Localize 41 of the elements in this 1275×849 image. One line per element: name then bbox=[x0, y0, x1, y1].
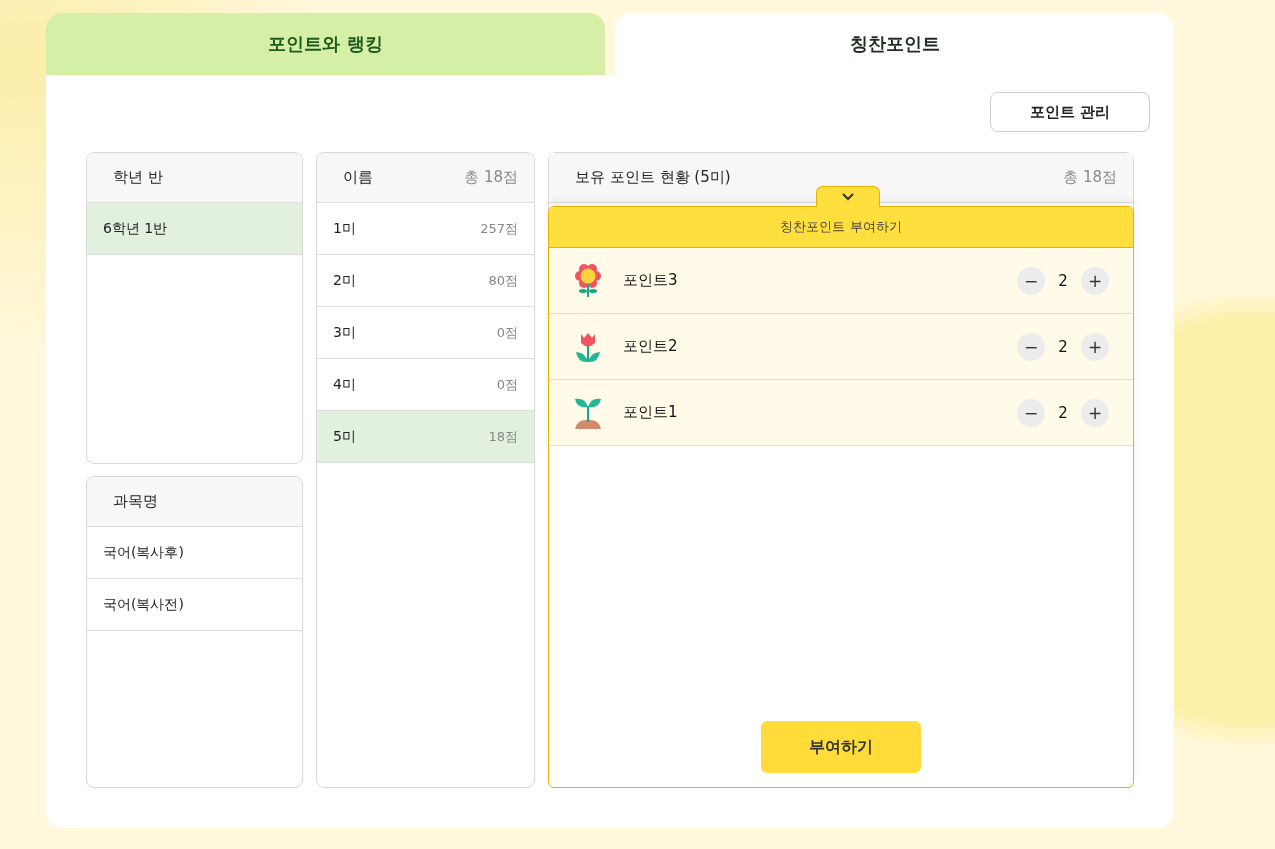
manage-button[interactable]: 포인트 관리 bbox=[990, 92, 1150, 132]
point-count: 2 bbox=[1057, 271, 1069, 290]
panel-title: 학년 반 bbox=[113, 168, 163, 187]
subject-name: 국어(복사전) bbox=[103, 595, 184, 614]
student-name: 1미 bbox=[333, 219, 356, 238]
student-points: 18점 bbox=[488, 427, 518, 446]
total-points: 총 18점 bbox=[464, 168, 518, 187]
student-name: 5미 bbox=[333, 427, 356, 446]
point-name: 포인트2 bbox=[623, 337, 679, 356]
plus-button[interactable]: + bbox=[1081, 266, 1109, 295]
minus-button[interactable]: − bbox=[1017, 398, 1045, 427]
subject-name: 국어(복사후) bbox=[103, 543, 184, 562]
minus-button[interactable]: − bbox=[1017, 266, 1045, 295]
total-points: 총 18점 bbox=[1063, 168, 1117, 187]
minus-button[interactable]: − bbox=[1017, 332, 1045, 361]
student-points: 80점 bbox=[488, 271, 518, 290]
award-button[interactable]: 부여하기 bbox=[761, 721, 921, 773]
class-name: 6학년 1반 bbox=[103, 219, 168, 238]
student-points: 257점 bbox=[480, 219, 518, 238]
student-name: 4미 bbox=[333, 375, 356, 394]
drawer-handle[interactable] bbox=[816, 186, 880, 207]
chevron-down-icon bbox=[842, 193, 854, 201]
panel-title: 보유 포인트 현황 (5미) bbox=[575, 168, 731, 187]
point-name: 포인트1 bbox=[623, 403, 679, 422]
flower-icon bbox=[573, 263, 603, 298]
drawer-title: 칭찬포인트 부여하기 bbox=[549, 207, 1133, 248]
student-item[interactable]: 5미 18점 bbox=[317, 411, 534, 463]
student-name: 3미 bbox=[333, 323, 356, 342]
student-points: 0점 bbox=[496, 375, 518, 394]
student-name: 2미 bbox=[333, 271, 356, 290]
panel-title: 과목명 bbox=[113, 492, 158, 511]
tab[interactable]: 칭찬포인트 bbox=[615, 13, 1174, 75]
class-item[interactable]: 6학년 1반 bbox=[87, 203, 302, 255]
point-name: 포인트3 bbox=[623, 271, 679, 290]
plus-button[interactable]: + bbox=[1081, 332, 1109, 361]
panel-title: 이름 bbox=[343, 168, 373, 187]
point-count: 2 bbox=[1057, 337, 1069, 356]
student-points: 0점 bbox=[496, 323, 518, 342]
point-count: 2 bbox=[1057, 403, 1069, 422]
tab[interactable]: 포인트와 랭킹 bbox=[46, 13, 605, 75]
plus-button[interactable]: + bbox=[1081, 398, 1109, 427]
